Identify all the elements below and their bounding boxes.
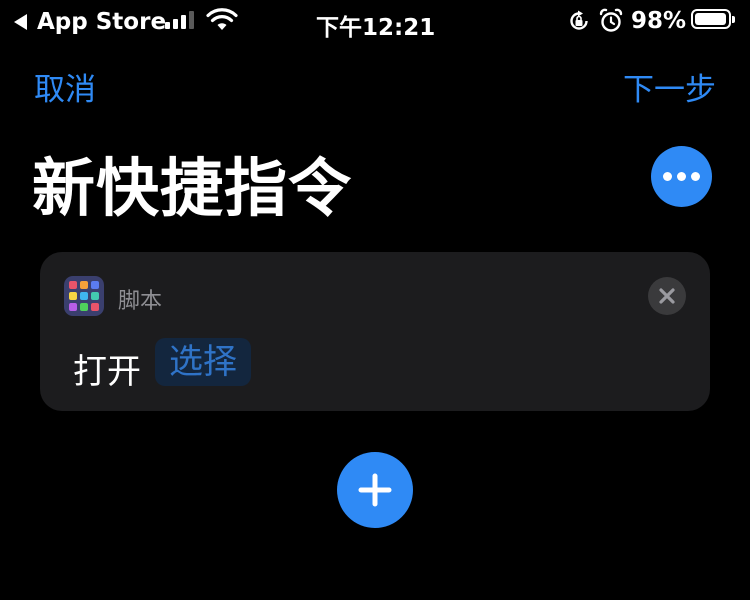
icon-tile: [80, 303, 88, 311]
close-icon: [659, 288, 675, 304]
back-to-app-store[interactable]: App Store: [14, 9, 166, 35]
action-category-label: 脚本: [118, 289, 163, 314]
icon-tile: [91, 292, 99, 300]
icon-tile: [91, 281, 99, 289]
add-action-button[interactable]: [337, 452, 413, 528]
ellipsis-icon: [677, 172, 686, 181]
more-options-button[interactable]: [651, 146, 712, 207]
wifi-icon: [206, 8, 238, 36]
action-card[interactable]: 脚本 打开 选择: [40, 252, 710, 411]
action-verb-label: 打开: [73, 352, 141, 392]
battery-percent: 98%: [631, 8, 687, 34]
icon-tile: [69, 281, 77, 289]
icon-tile: [80, 281, 88, 289]
battery-nub: [732, 16, 735, 23]
app-parameter-token[interactable]: 选择: [155, 338, 251, 386]
icon-tile: [80, 292, 88, 300]
ellipsis-icon: [663, 172, 672, 181]
icon-tile: [69, 303, 77, 311]
rotation-lock-icon: [567, 9, 591, 37]
plus-icon: [358, 473, 392, 507]
battery-level-fill: [695, 13, 726, 25]
alarm-icon: [599, 8, 623, 38]
ellipsis-icon: [691, 172, 700, 181]
icon-tile: [91, 303, 99, 311]
cancel-button[interactable]: 取消: [34, 64, 96, 109]
next-step-button[interactable]: 下一步: [623, 64, 716, 109]
back-triangle-icon: [14, 14, 27, 30]
status-bar: App Store 下午12:21 98%: [0, 0, 750, 41]
back-app-label: App Store: [37, 9, 167, 35]
page-title: 新快捷指令: [32, 152, 352, 225]
remove-action-button[interactable]: [648, 277, 686, 315]
status-time: 下午12:21: [316, 15, 436, 41]
battery-icon: [691, 9, 735, 29]
signal-icon: [165, 11, 194, 29]
icon-tile: [69, 292, 77, 300]
scripting-grid-icon: [64, 276, 104, 316]
